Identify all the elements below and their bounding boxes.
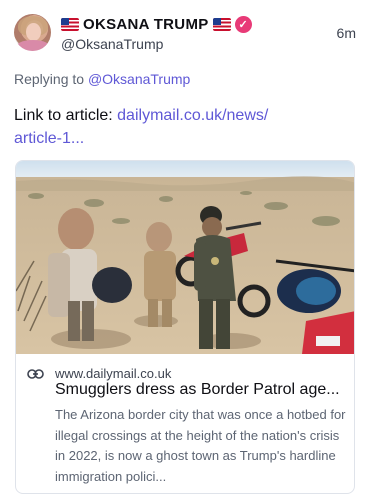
- link-domain-row: www.dailymail.co.uk: [27, 366, 171, 381]
- post-text: Link to article: dailymail.co.uk/news/ a…: [14, 104, 354, 150]
- us-flag-icon: [212, 17, 231, 31]
- replying-to-label: Replying to: [14, 71, 85, 87]
- article-link-continued[interactable]: article-1...: [14, 130, 84, 147]
- display-name[interactable]: OKSANA TRUMP: [83, 16, 209, 33]
- replying-to: Replying to @OksanaTrump: [14, 71, 190, 87]
- link-title[interactable]: Smugglers dress as Border Patrol age...: [55, 380, 349, 400]
- link-preview-card[interactable]: www.dailymail.co.uk Smugglers dress as B…: [15, 160, 355, 494]
- post-timestamp: 6m: [336, 25, 356, 41]
- verified-check-icon: ✓: [234, 15, 252, 33]
- link-description: The Arizona border city that was once a …: [55, 407, 346, 484]
- link-chain-icon: [27, 368, 44, 379]
- desert-border-scene-photo[interactable]: [16, 161, 355, 354]
- post-text-prefix: Link to article:: [14, 107, 118, 124]
- post: OKSANA TRUMP ✓ @OksanaTrump 6m Replying …: [0, 0, 370, 500]
- reply-mention-link[interactable]: @OksanaTrump: [88, 71, 190, 87]
- article-link[interactable]: dailymail.co.uk/news/: [117, 107, 268, 124]
- author-handle[interactable]: @OksanaTrump: [61, 36, 163, 52]
- link-preview-meta[interactable]: www.dailymail.co.uk Smugglers dress as B…: [16, 354, 354, 493]
- avatar[interactable]: [14, 14, 51, 51]
- post-header: OKSANA TRUMP ✓ @OksanaTrump 6m: [14, 14, 356, 54]
- us-flag-icon: [61, 17, 79, 31]
- link-domain: www.dailymail.co.uk: [55, 366, 172, 381]
- name-row[interactable]: OKSANA TRUMP ✓: [61, 14, 252, 34]
